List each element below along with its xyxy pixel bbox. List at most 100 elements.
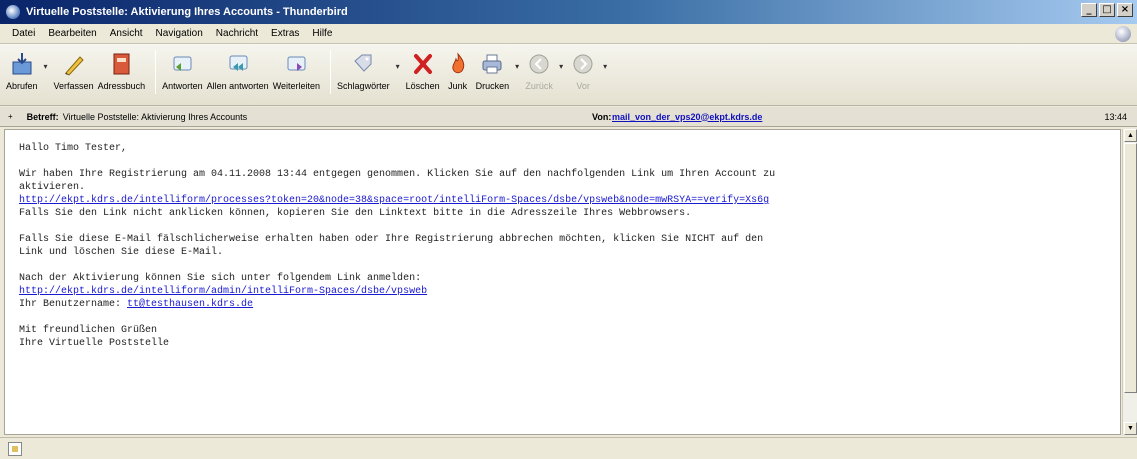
delete-button[interactable]: Löschen [406, 50, 440, 91]
print-icon [478, 50, 506, 78]
get-mail-button[interactable]: Abrufen [6, 50, 38, 91]
reply-icon [168, 50, 196, 78]
message-body[interactable]: Hallo Timo Tester, Wir haben Ihre Registr… [4, 129, 1121, 435]
menu-ansicht[interactable]: Ansicht [110, 28, 143, 39]
print-button[interactable]: Drucken [475, 50, 510, 91]
address-book-button[interactable]: Adressbuch [97, 50, 146, 91]
message-text: Falls Sie diese E-Mail fälschlicherweise… [19, 234, 764, 245]
message-link[interactable]: http://ekpt.kdrs.de/intelliform/admin/in… [19, 286, 427, 297]
maximize-button[interactable]: □ [1099, 3, 1115, 17]
delete-icon [409, 50, 437, 78]
back-label: Zurück [525, 81, 553, 91]
toolbar-separator [155, 50, 157, 94]
header-collapse-icon[interactable]: + [8, 112, 13, 121]
forward-nav-icon [569, 50, 597, 78]
sender-address-link[interactable]: mail_von_der_vps20@ekpt.kdrs.de [612, 112, 762, 122]
forward-nav-dropdown-icon[interactable]: ▾ [603, 62, 607, 71]
menu-bar: Datei Bearbeiten Ansicht Navigation Nach… [0, 24, 1137, 44]
address-book-icon [107, 50, 135, 78]
message-line: Nach der Aktivierung können Sie sich unt… [19, 272, 1120, 285]
from-label: Von: [592, 111, 612, 122]
title-bar[interactable]: Virtuelle Poststelle: Aktivierung Ihres … [0, 0, 1137, 24]
window-controls: _ □ × [1081, 3, 1133, 17]
message-line: Falls Sie den Link nicht anklicken könne… [19, 207, 1120, 220]
back-button[interactable]: Zurück [525, 50, 553, 91]
menu-datei[interactable]: Datei [12, 28, 35, 39]
compose-button[interactable]: Verfassen [54, 50, 94, 91]
forward-button[interactable]: Weiterleiten [273, 50, 320, 91]
message-link[interactable]: http://ekpt.kdrs.de/intelliform/processe… [19, 195, 769, 206]
message-line: Mit freundlichen Grüßen [19, 324, 1120, 337]
message-time: 13:44 [1104, 111, 1127, 122]
thunderbird-app-icon[interactable] [6, 5, 20, 19]
get-mail-icon [8, 50, 36, 78]
message-text: Ihr Benutzername: [19, 299, 128, 310]
reply-button[interactable]: Antworten [162, 50, 203, 91]
reply-all-icon [224, 50, 252, 78]
back-dropdown-icon[interactable]: ▾ [559, 62, 563, 71]
address-book-label: Adressbuch [97, 81, 146, 91]
activity-throbber-icon [1115, 26, 1131, 42]
forward-nav-button[interactable]: Vor [569, 50, 597, 91]
delete-label: Löschen [405, 81, 440, 91]
status-connection-icon [8, 442, 22, 456]
message-line: Ihr Benutzername: tt@testhausen.kdrs.de [19, 298, 1120, 311]
forward-label: Weiterleiten [272, 81, 321, 91]
message-text: Hallo Timo Tester, [19, 143, 128, 154]
message-line: Ihre Virtuelle Poststelle [19, 337, 1120, 350]
status-bar [0, 437, 1137, 459]
reply-all-button[interactable]: Allen antworten [207, 50, 269, 91]
message-line: Wir haben Ihre Registrierung am 04.11.20… [19, 168, 1120, 181]
get-mail-dropdown-icon[interactable]: ▾ [44, 62, 48, 71]
scroll-up-arrow-icon[interactable]: ▲ [1124, 129, 1137, 142]
message-line: http://ekpt.kdrs.de/intelliform/processe… [19, 194, 1120, 207]
message-subject: Virtuelle Poststelle: Aktivierung Ihres … [62, 111, 248, 122]
compose-label: Verfassen [53, 81, 94, 91]
message-text: Ihre Virtuelle Poststelle [19, 338, 170, 349]
back-icon [525, 50, 553, 78]
toolbar-separator [330, 50, 332, 94]
menu-hilfe[interactable]: Hilfe [312, 28, 332, 39]
forward-nav-label: Vor [576, 81, 590, 91]
junk-label: Junk [448, 81, 468, 91]
get-mail-label: Abrufen [6, 81, 38, 91]
message-line: aktivieren. [19, 181, 1120, 194]
reply-all-label: Allen antworten [206, 81, 269, 91]
menu-bearbeiten[interactable]: Bearbeiten [48, 28, 96, 39]
subject-label: Betreff: [26, 111, 59, 122]
menu-navigation[interactable]: Navigation [156, 28, 203, 39]
compose-icon [60, 50, 88, 78]
message-text: Nach der Aktivierung können Sie sich unt… [19, 273, 422, 284]
reply-label: Antworten [162, 81, 203, 91]
message-text: Falls Sie den Link nicht anklicken könne… [19, 208, 692, 219]
minimize-button[interactable]: _ [1081, 3, 1097, 17]
message-text: Mit freundlichen Grüßen [19, 325, 158, 336]
menu-extras[interactable]: Extras [271, 28, 299, 39]
scroll-thumb[interactable] [1124, 143, 1137, 393]
message-text: aktivieren. [19, 182, 86, 193]
junk-icon [444, 50, 472, 78]
tag-button[interactable]: Schlagwörter [337, 50, 390, 91]
close-button[interactable]: × [1117, 3, 1133, 17]
username-email-link[interactable]: tt@testhausen.kdrs.de [127, 299, 253, 310]
tag-label: Schlagwörter [337, 81, 390, 91]
main-toolbar: Abrufen ▾ Verfassen Adressbuch Antworten… [0, 44, 1137, 106]
forward-icon [282, 50, 310, 78]
window-title: Virtuelle Poststelle: Aktivierung Ihres … [26, 6, 348, 18]
message-header: + Betreff: Virtuelle Poststelle: Aktivie… [0, 107, 1137, 127]
tag-dropdown-icon[interactable]: ▾ [396, 62, 400, 71]
print-label: Drucken [475, 81, 510, 91]
print-dropdown-icon[interactable]: ▾ [515, 62, 519, 71]
message-line: Hallo Timo Tester, [19, 142, 1120, 155]
vertical-scrollbar[interactable]: ▲ ▼ [1122, 129, 1137, 435]
menu-nachricht[interactable]: Nachricht [216, 28, 258, 39]
message-text: Link und löschen Sie diese E-Mail. [19, 247, 224, 258]
scroll-down-arrow-icon[interactable]: ▼ [1124, 422, 1137, 435]
junk-button[interactable]: Junk [444, 50, 472, 91]
message-line: Link und löschen Sie diese E-Mail. [19, 246, 1120, 259]
message-text: Wir haben Ihre Registrierung am 04.11.20… [19, 169, 776, 180]
